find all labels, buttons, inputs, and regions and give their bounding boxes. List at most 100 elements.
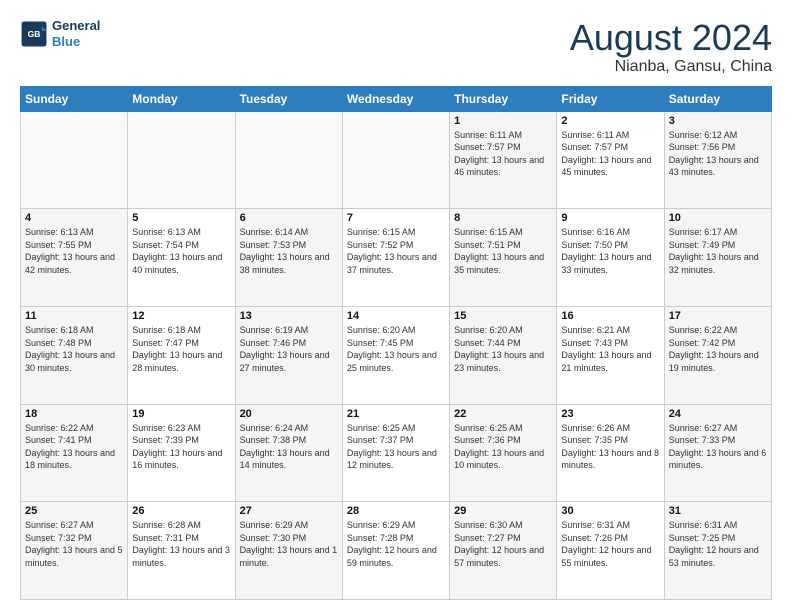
day-info: Sunrise: 6:27 AMSunset: 7:32 PMDaylight:…: [25, 520, 123, 568]
svg-text:GB: GB: [28, 29, 41, 39]
header-thursday: Thursday: [450, 86, 557, 111]
calendar-cell: 29 Sunrise: 6:30 AMSunset: 7:27 PMDaylig…: [450, 502, 557, 600]
week-row-3: 11 Sunrise: 6:18 AMSunset: 7:48 PMDaylig…: [21, 306, 772, 404]
day-number: 13: [240, 310, 338, 322]
calendar-cell: 21 Sunrise: 6:25 AMSunset: 7:37 PMDaylig…: [342, 404, 449, 502]
calendar-cell: 4 Sunrise: 6:13 AMSunset: 7:55 PMDayligh…: [21, 209, 128, 307]
day-info: Sunrise: 6:11 AMSunset: 7:57 PMDaylight:…: [561, 130, 651, 178]
day-number: 2: [561, 115, 659, 127]
day-number: 23: [561, 408, 659, 420]
calendar-cell: 27 Sunrise: 6:29 AMSunset: 7:30 PMDaylig…: [235, 502, 342, 600]
day-info: Sunrise: 6:12 AMSunset: 7:56 PMDaylight:…: [669, 130, 759, 178]
calendar-cell: 5 Sunrise: 6:13 AMSunset: 7:54 PMDayligh…: [128, 209, 235, 307]
day-info: Sunrise: 6:17 AMSunset: 7:49 PMDaylight:…: [669, 227, 759, 275]
day-info: Sunrise: 6:18 AMSunset: 7:48 PMDaylight:…: [25, 325, 115, 373]
calendar-cell: 19 Sunrise: 6:23 AMSunset: 7:39 PMDaylig…: [128, 404, 235, 502]
week-row-4: 18 Sunrise: 6:22 AMSunset: 7:41 PMDaylig…: [21, 404, 772, 502]
day-number: 27: [240, 505, 338, 517]
weekday-header-row: Sunday Monday Tuesday Wednesday Thursday…: [21, 86, 772, 111]
calendar-cell: 12 Sunrise: 6:18 AMSunset: 7:47 PMDaylig…: [128, 306, 235, 404]
calendar-cell: 17 Sunrise: 6:22 AMSunset: 7:42 PMDaylig…: [664, 306, 771, 404]
day-info: Sunrise: 6:31 AMSunset: 7:26 PMDaylight:…: [561, 520, 651, 568]
page: GB General Blue August 2024 Nianba, Gans…: [0, 0, 792, 612]
calendar-cell: [235, 111, 342, 209]
calendar-cell: 14 Sunrise: 6:20 AMSunset: 7:45 PMDaylig…: [342, 306, 449, 404]
day-info: Sunrise: 6:21 AMSunset: 7:43 PMDaylight:…: [561, 325, 651, 373]
week-row-2: 4 Sunrise: 6:13 AMSunset: 7:55 PMDayligh…: [21, 209, 772, 307]
day-number: 17: [669, 310, 767, 322]
day-number: 25: [25, 505, 123, 517]
day-number: 4: [25, 212, 123, 224]
day-number: 3: [669, 115, 767, 127]
day-info: Sunrise: 6:20 AMSunset: 7:45 PMDaylight:…: [347, 325, 437, 373]
calendar-cell: 18 Sunrise: 6:22 AMSunset: 7:41 PMDaylig…: [21, 404, 128, 502]
day-info: Sunrise: 6:23 AMSunset: 7:39 PMDaylight:…: [132, 423, 222, 471]
calendar-cell: 28 Sunrise: 6:29 AMSunset: 7:28 PMDaylig…: [342, 502, 449, 600]
day-number: 11: [25, 310, 123, 322]
day-info: Sunrise: 6:24 AMSunset: 7:38 PMDaylight:…: [240, 423, 330, 471]
calendar-cell: 11 Sunrise: 6:18 AMSunset: 7:48 PMDaylig…: [21, 306, 128, 404]
day-number: 5: [132, 212, 230, 224]
day-number: 28: [347, 505, 445, 517]
day-number: 30: [561, 505, 659, 517]
logo: GB General Blue: [20, 18, 100, 49]
calendar-cell: 9 Sunrise: 6:16 AMSunset: 7:50 PMDayligh…: [557, 209, 664, 307]
day-info: Sunrise: 6:29 AMSunset: 7:30 PMDaylight:…: [240, 520, 338, 568]
day-info: Sunrise: 6:13 AMSunset: 7:54 PMDaylight:…: [132, 227, 222, 275]
calendar-cell: 8 Sunrise: 6:15 AMSunset: 7:51 PMDayligh…: [450, 209, 557, 307]
day-number: 20: [240, 408, 338, 420]
week-row-1: 1 Sunrise: 6:11 AMSunset: 7:57 PMDayligh…: [21, 111, 772, 209]
calendar-cell: 22 Sunrise: 6:25 AMSunset: 7:36 PMDaylig…: [450, 404, 557, 502]
calendar-cell: 15 Sunrise: 6:20 AMSunset: 7:44 PMDaylig…: [450, 306, 557, 404]
day-info: Sunrise: 6:26 AMSunset: 7:35 PMDaylight:…: [561, 423, 659, 471]
day-number: 24: [669, 408, 767, 420]
calendar-cell: 23 Sunrise: 6:26 AMSunset: 7:35 PMDaylig…: [557, 404, 664, 502]
calendar-table: Sunday Monday Tuesday Wednesday Thursday…: [20, 86, 772, 600]
calendar-cell: 3 Sunrise: 6:12 AMSunset: 7:56 PMDayligh…: [664, 111, 771, 209]
title-block: August 2024 Nianba, Gansu, China: [570, 18, 772, 76]
calendar-cell: [342, 111, 449, 209]
calendar-cell: 16 Sunrise: 6:21 AMSunset: 7:43 PMDaylig…: [557, 306, 664, 404]
header-wednesday: Wednesday: [342, 86, 449, 111]
day-info: Sunrise: 6:20 AMSunset: 7:44 PMDaylight:…: [454, 325, 544, 373]
calendar-cell: 20 Sunrise: 6:24 AMSunset: 7:38 PMDaylig…: [235, 404, 342, 502]
header-friday: Friday: [557, 86, 664, 111]
day-info: Sunrise: 6:25 AMSunset: 7:37 PMDaylight:…: [347, 423, 437, 471]
day-number: 15: [454, 310, 552, 322]
calendar-cell: 10 Sunrise: 6:17 AMSunset: 7:49 PMDaylig…: [664, 209, 771, 307]
calendar-cell: [128, 111, 235, 209]
logo-icon: GB: [20, 20, 48, 48]
day-number: 8: [454, 212, 552, 224]
day-info: Sunrise: 6:29 AMSunset: 7:28 PMDaylight:…: [347, 520, 437, 568]
calendar-cell: 6 Sunrise: 6:14 AMSunset: 7:53 PMDayligh…: [235, 209, 342, 307]
day-number: 9: [561, 212, 659, 224]
day-info: Sunrise: 6:25 AMSunset: 7:36 PMDaylight:…: [454, 423, 544, 471]
calendar-cell: [21, 111, 128, 209]
calendar-cell: 30 Sunrise: 6:31 AMSunset: 7:26 PMDaylig…: [557, 502, 664, 600]
day-info: Sunrise: 6:18 AMSunset: 7:47 PMDaylight:…: [132, 325, 222, 373]
day-info: Sunrise: 6:30 AMSunset: 7:27 PMDaylight:…: [454, 520, 544, 568]
week-row-5: 25 Sunrise: 6:27 AMSunset: 7:32 PMDaylig…: [21, 502, 772, 600]
day-info: Sunrise: 6:31 AMSunset: 7:25 PMDaylight:…: [669, 520, 759, 568]
header-monday: Monday: [128, 86, 235, 111]
header-saturday: Saturday: [664, 86, 771, 111]
calendar-cell: 7 Sunrise: 6:15 AMSunset: 7:52 PMDayligh…: [342, 209, 449, 307]
main-title: August 2024: [570, 18, 772, 58]
day-number: 12: [132, 310, 230, 322]
header: GB General Blue August 2024 Nianba, Gans…: [20, 18, 772, 76]
calendar-cell: 13 Sunrise: 6:19 AMSunset: 7:46 PMDaylig…: [235, 306, 342, 404]
day-number: 19: [132, 408, 230, 420]
logo-text: General Blue: [52, 18, 100, 49]
day-info: Sunrise: 6:11 AMSunset: 7:57 PMDaylight:…: [454, 130, 544, 178]
day-number: 10: [669, 212, 767, 224]
day-info: Sunrise: 6:16 AMSunset: 7:50 PMDaylight:…: [561, 227, 651, 275]
day-number: 1: [454, 115, 552, 127]
day-number: 7: [347, 212, 445, 224]
day-info: Sunrise: 6:28 AMSunset: 7:31 PMDaylight:…: [132, 520, 230, 568]
header-sunday: Sunday: [21, 86, 128, 111]
day-number: 6: [240, 212, 338, 224]
calendar-cell: 26 Sunrise: 6:28 AMSunset: 7:31 PMDaylig…: [128, 502, 235, 600]
calendar-cell: 1 Sunrise: 6:11 AMSunset: 7:57 PMDayligh…: [450, 111, 557, 209]
header-tuesday: Tuesday: [235, 86, 342, 111]
calendar-cell: 24 Sunrise: 6:27 AMSunset: 7:33 PMDaylig…: [664, 404, 771, 502]
